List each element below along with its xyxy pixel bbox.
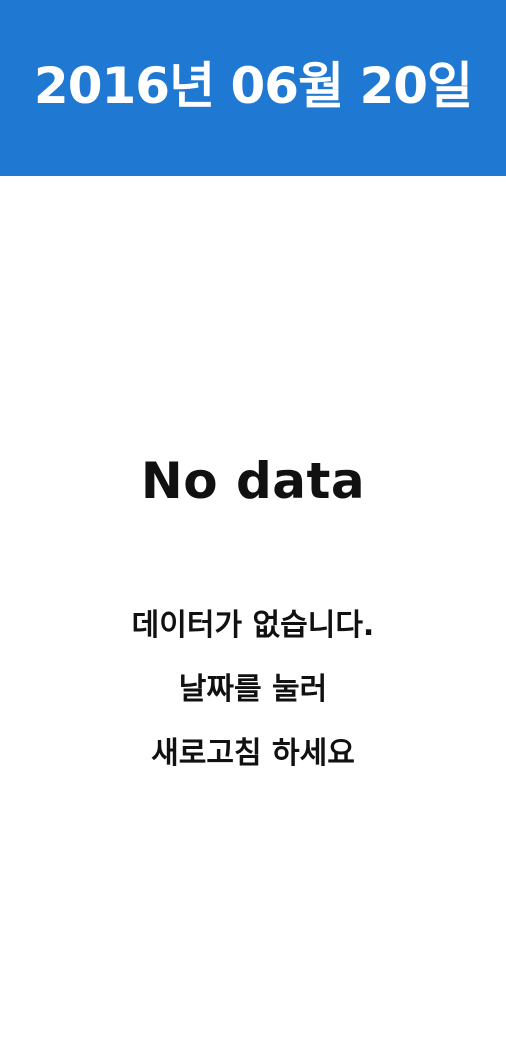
- empty-state-title: No data: [140, 452, 366, 510]
- empty-state-message: 데이터가 없습니다. 날짜를 눌러 새로고침 하세요: [0, 594, 506, 786]
- empty-state-message-line: 날짜를 눌러: [178, 672, 328, 707]
- empty-state-message-line: 새로고침 하세요: [151, 736, 355, 771]
- empty-state: No data 데이터가 없습니다. 날짜를 눌러 새로고침 하세요: [0, 176, 506, 1039]
- empty-state-message-line: 데이터가 없습니다.: [131, 608, 375, 643]
- header-date-label: 2016년 06월 20일: [33, 57, 473, 115]
- date-header-button[interactable]: 2016년 06월 20일: [0, 0, 506, 176]
